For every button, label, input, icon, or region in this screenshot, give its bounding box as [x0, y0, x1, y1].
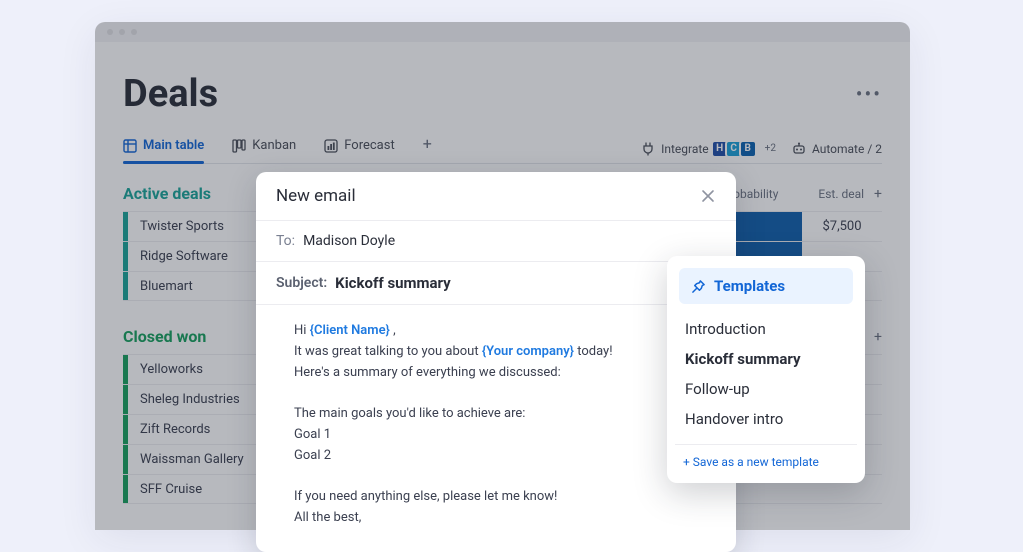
email-body[interactable]: Hi {Client Name} , It was great talking … — [256, 305, 736, 529]
integration-avatars: H C B — [715, 140, 757, 158]
body-text: Here's a summary of everything we discus… — [294, 363, 716, 384]
save-template-button[interactable]: + Save as a new template — [679, 455, 853, 469]
row-color-bar — [123, 385, 128, 414]
more-menu-icon[interactable]: ••• — [856, 82, 882, 106]
client-name-token[interactable]: {Client Name} — [310, 323, 390, 338]
row-probability[interactable] — [732, 212, 802, 241]
table-icon — [123, 139, 137, 153]
subject-value: Kickoff summary — [335, 274, 451, 292]
template-item-introduction[interactable]: Introduction — [685, 314, 847, 344]
row-color-bar — [123, 212, 128, 241]
your-company-token[interactable]: {Your company} — [482, 344, 574, 359]
to-label: To: — [276, 233, 295, 249]
page-title: Deals — [123, 72, 218, 116]
templates-label: Templates — [714, 277, 785, 295]
template-item-kickoff-summary[interactable]: Kickoff summary — [685, 344, 847, 374]
kanban-icon — [232, 139, 246, 153]
body-text: It was great talking to you about — [294, 344, 482, 359]
integrate-label: Integrate — [661, 142, 709, 156]
add-column-button[interactable]: + — [874, 186, 882, 202]
body-text: If you need anything else, please let me… — [294, 487, 716, 508]
view-tabs: Main table Kanban Forecast + — [123, 134, 882, 164]
close-icon[interactable] — [700, 188, 716, 204]
body-text: Goal 2 — [294, 446, 716, 467]
subject-label: Subject: — [276, 275, 327, 291]
body-text: All the best, — [294, 508, 716, 529]
body-text: today! — [574, 344, 613, 359]
window-dot — [119, 29, 125, 35]
body-text: The main goals you'd like to achieve are… — [294, 404, 716, 425]
integrate-button[interactable]: Integrate H C B +2 — [641, 140, 776, 158]
row-est-deal[interactable]: $7,500 — [802, 219, 882, 234]
plug-icon — [641, 142, 655, 156]
group-title-active[interactable]: Active deals — [123, 184, 211, 203]
automate-button[interactable]: Automate / 2 — [792, 142, 882, 156]
row-color-bar — [123, 355, 128, 384]
subject-field[interactable]: Subject: Kickoff summary — [256, 262, 736, 305]
add-view-button[interactable]: + — [423, 134, 432, 163]
template-item-handover-intro[interactable]: Handover intro — [685, 404, 847, 434]
templates-popover: Templates Introduction Kickoff summary F… — [667, 256, 865, 483]
integration-more: +2 — [765, 143, 776, 154]
body-text: , — [390, 323, 396, 338]
body-text: Hi — [294, 323, 310, 338]
tab-main-table[interactable]: Main table — [123, 134, 204, 163]
to-field[interactable]: To: Madison Doyle — [256, 221, 736, 262]
row-color-bar — [123, 272, 128, 300]
row-color-bar — [123, 415, 128, 444]
new-email-modal: New email To: Madison Doyle Subject: Kic… — [256, 172, 736, 552]
row-color-bar — [123, 242, 128, 271]
window-dot — [107, 29, 113, 35]
tab-forecast[interactable]: Forecast — [324, 134, 394, 163]
tab-label: Kanban — [252, 138, 296, 153]
pin-icon — [691, 279, 706, 294]
add-column-button[interactable]: + — [874, 329, 882, 345]
template-item-follow-up[interactable]: Follow-up — [685, 374, 847, 404]
body-text: Goal 1 — [294, 425, 716, 446]
tab-kanban[interactable]: Kanban — [232, 134, 296, 163]
row-color-bar — [123, 445, 128, 474]
row-color-bar — [123, 475, 128, 503]
window-dot — [131, 29, 137, 35]
templates-header[interactable]: Templates — [679, 268, 853, 304]
automate-label: Automate / 2 — [812, 142, 882, 156]
modal-title: New email — [276, 186, 356, 206]
col-est-deal[interactable]: Est. deal — [818, 187, 864, 201]
separator — [675, 444, 857, 445]
tab-label: Main table — [143, 138, 204, 153]
window-titlebar — [95, 22, 910, 42]
robot-icon — [792, 142, 806, 156]
chart-icon — [324, 139, 338, 153]
tab-label: Forecast — [344, 138, 394, 153]
to-value: Madison Doyle — [303, 233, 395, 249]
group-title-closed[interactable]: Closed won — [123, 327, 206, 346]
